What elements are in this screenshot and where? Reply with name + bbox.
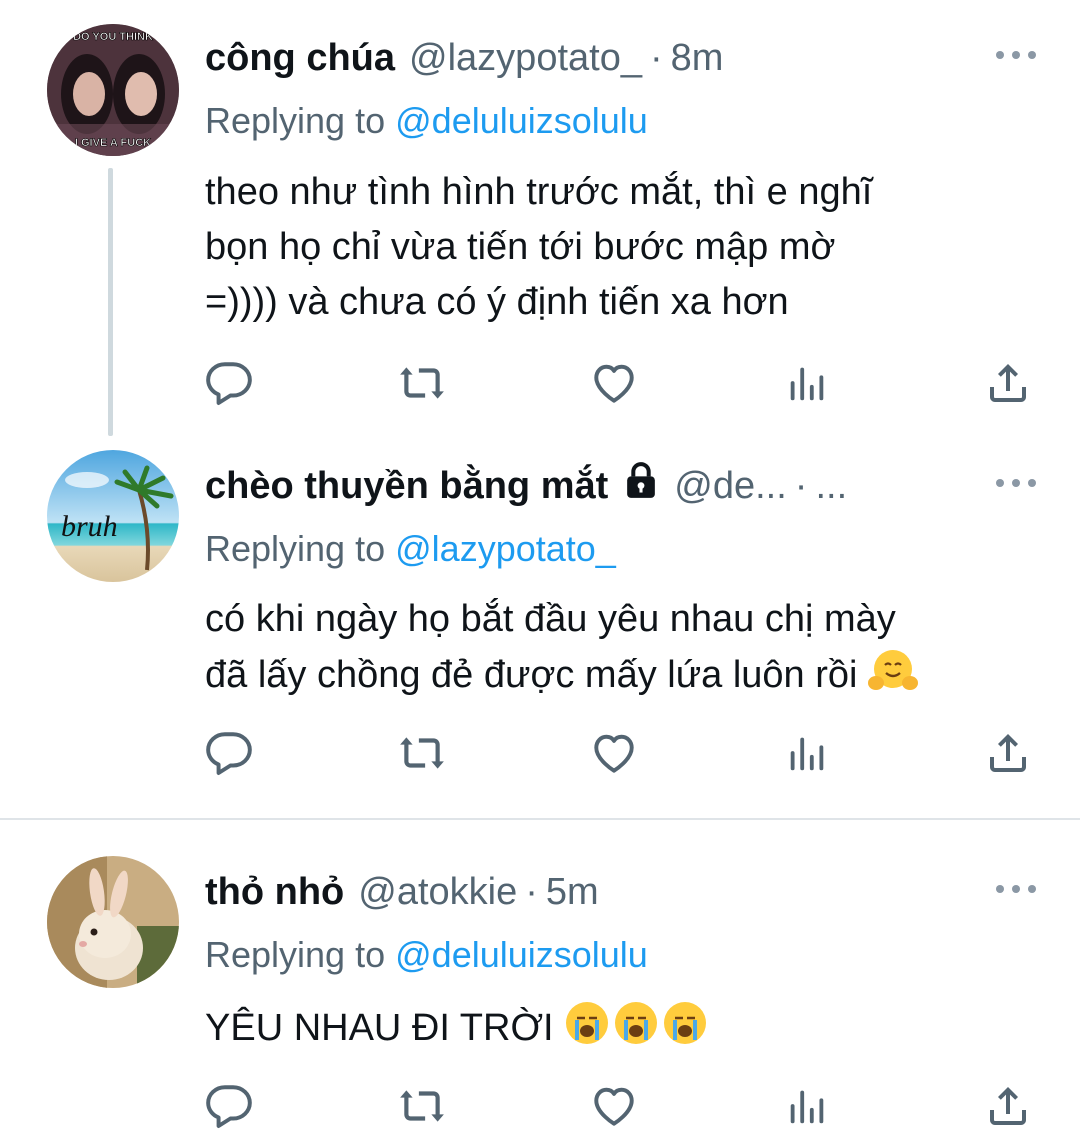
avatar-image: DO YOU THINK I GIVE A FUCK [47,24,179,156]
tweet-3[interactable]: thỏ nhỏ @atokkie · 5m Replying to @delul… [0,820,1080,1143]
loudly-crying-face-emoji [564,1000,710,1062]
avatar-image: bruh [47,450,179,582]
tweet-text-line: bọn họ chỉ vừa tiến tới bước mập mờ [205,226,836,268]
tweet-text-line: YÊU NHAU ĐI TRỜI [205,1000,1055,1062]
share-icon[interactable] [980,355,1036,411]
retweet-icon[interactable] [394,725,450,781]
replying-prefix: Replying to [205,528,386,569]
tweet-text-line-content: YÊU NHAU ĐI TRỜI [205,1007,554,1049]
more-options-icon[interactable] [996,874,1036,904]
like-icon[interactable] [586,355,642,411]
lock-icon [622,461,660,511]
display-name[interactable]: công chúa [205,37,395,80]
separator-dot: · [649,36,663,79]
replying-to: Replying to @deluluizsolulu [205,934,648,976]
avatar[interactable]: bruh [47,450,179,582]
views-icon[interactable] [779,725,835,781]
retweet-icon[interactable] [394,355,450,411]
reply-icon[interactable] [201,1078,257,1134]
replying-prefix: Replying to [205,100,386,141]
tweet-text-line-content: đã lấy chồng đẻ được mấy lứa luôn rồi [205,654,858,696]
like-icon[interactable] [586,725,642,781]
mention-link[interactable]: @deluluizsolulu [395,934,648,975]
avatar-caption-bottom: I GIVE A FUCK [75,137,151,149]
timestamp[interactable]: ... [815,465,847,508]
timestamp[interactable]: 8m [671,37,724,80]
mention-link[interactable]: @deluluizsolulu [395,100,648,141]
tweet-actions [0,355,1080,415]
views-icon[interactable] [779,1078,835,1134]
avatar[interactable] [47,856,179,988]
tweet-header: công chúa @lazypotato_ · 8m [205,28,723,88]
separator-dot: · [794,464,808,507]
separator-dot: · [525,870,538,913]
tweet-actions [0,1078,1080,1138]
share-icon[interactable] [980,725,1036,781]
tweet-header: chèo thuyền bằng mắt @de... · ... [205,456,847,516]
reply-icon[interactable] [201,725,257,781]
like-icon[interactable] [586,1078,642,1134]
tweet-actions [0,725,1080,785]
timestamp[interactable]: 5m [546,871,599,914]
tweet-text: theo như tình hình trước mắt, thì e nghĩ… [205,165,1055,330]
retweet-icon[interactable] [394,1078,450,1134]
tweet-text: có khi ngày họ bắt đầu yêu nhau chị mày … [205,592,1055,709]
avatar-caption-top: DO YOU THINK [73,31,153,43]
hugging-face-emoji [868,647,919,709]
user-handle[interactable]: @de... [674,465,787,508]
avatar-caption: bruh [61,510,118,543]
replying-to: Replying to @deluluizsolulu [205,100,648,142]
tweet-2[interactable]: bruh chèo thuyền bằng mắt @de... · ... R… [0,440,1080,820]
tweet-text: YÊU NHAU ĐI TRỜI [205,1000,1055,1062]
tweet-text-line: theo như tình hình trước mắt, thì e nghĩ [205,171,873,213]
tweet-text-line: có khi ngày họ bắt đầu yêu nhau chị mày [205,598,896,640]
avatar[interactable]: DO YOU THINK I GIVE A FUCK [47,24,179,156]
tweet-header: thỏ nhỏ @atokkie · 5m [205,862,599,922]
tweet-text-line: =)))) và chưa có ý định tiến xa hơn [205,281,789,323]
user-handle[interactable]: @lazypotato_ [409,37,642,80]
tweet-1[interactable]: DO YOU THINK I GIVE A FUCK công chúa @la… [0,0,1080,440]
more-options-icon[interactable] [996,468,1036,498]
views-icon[interactable] [779,355,835,411]
replying-prefix: Replying to [205,934,386,975]
share-icon[interactable] [980,1078,1036,1134]
avatar-image [47,856,179,988]
mention-link[interactable]: @lazypotato_ [395,528,616,569]
replying-to: Replying to @lazypotato_ [205,528,616,570]
tweet-text-line: đã lấy chồng đẻ được mấy lứa luôn rồi [205,647,1055,709]
display-name[interactable]: thỏ nhỏ [205,871,344,914]
user-handle[interactable]: @atokkie [358,871,517,914]
reply-icon[interactable] [201,355,257,411]
more-options-icon[interactable] [996,40,1036,70]
display-name[interactable]: chèo thuyền bằng mắt [205,465,608,508]
